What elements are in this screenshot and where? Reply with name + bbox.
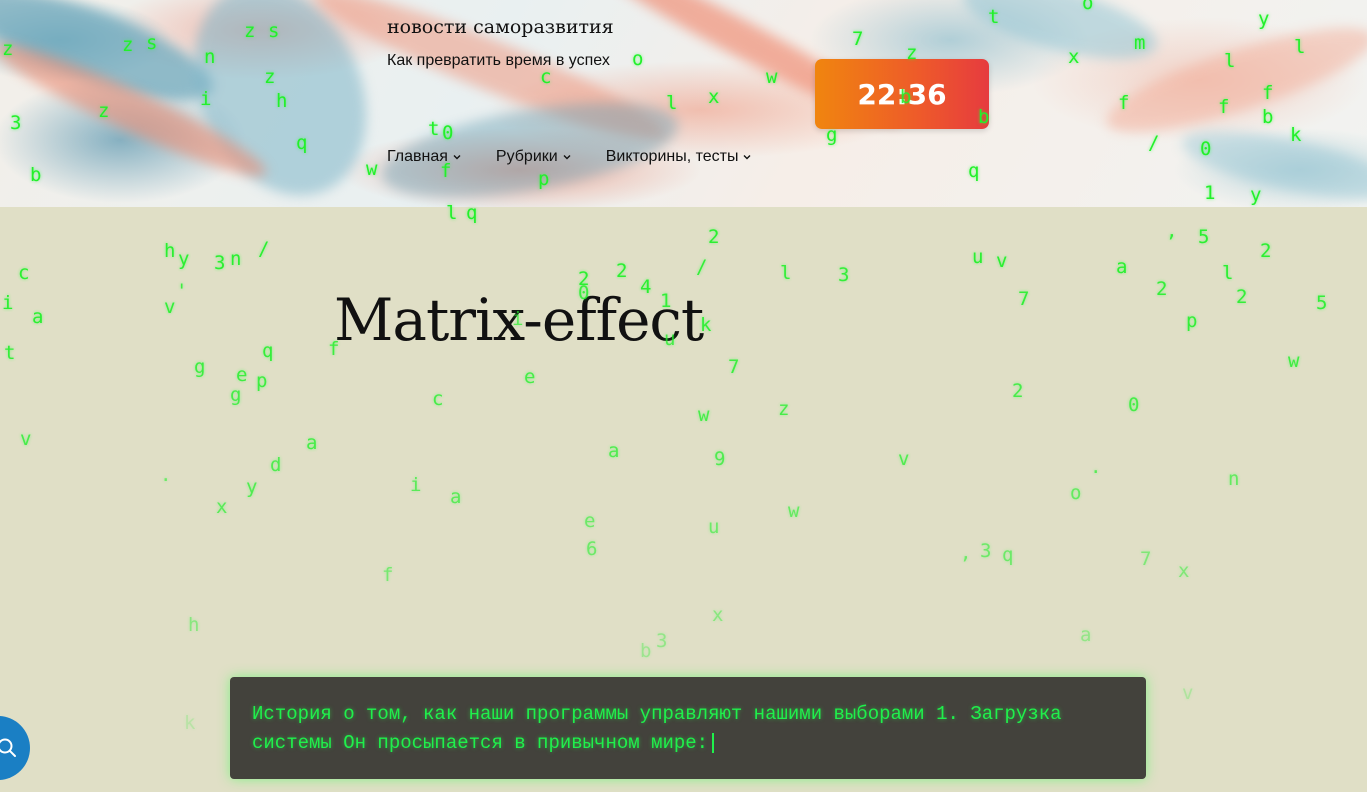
matrix-char: n (230, 248, 242, 270)
matrix-char: 3 (656, 630, 668, 652)
site-title[interactable]: новости саморазвития (387, 16, 614, 38)
matrix-char: v (1182, 682, 1194, 704)
matrix-char: 5 (1198, 226, 1210, 248)
matrix-char: a (1116, 256, 1128, 278)
matrix-char: 2 (616, 260, 628, 282)
matrix-char: a (1080, 624, 1092, 646)
matrix-char: v (996, 250, 1008, 272)
matrix-char: w (698, 404, 710, 426)
matrix-char: g (230, 384, 242, 406)
matrix-char: b (640, 640, 652, 662)
matrix-char: y (246, 476, 258, 498)
page-title: Matrix-effect (334, 286, 704, 354)
matrix-char: p (1186, 310, 1198, 332)
header-banner: новости саморазвития Как превратить врем… (0, 0, 1367, 207)
matrix-char: a (306, 432, 318, 454)
matrix-char: / (258, 238, 270, 260)
matrix-char: , (1166, 220, 1178, 242)
nav-item-categories[interactable]: Рубрики (496, 148, 572, 166)
matrix-char: 3 (214, 252, 226, 274)
chevron-down-icon (743, 155, 751, 160)
matrix-char: h (164, 240, 176, 262)
matrix-char: . (1090, 456, 1102, 478)
matrix-char: k (184, 712, 196, 734)
clock-widget: 22:36 (815, 59, 989, 129)
matrix-char: 5 (1316, 292, 1328, 314)
matrix-char: 7 (1140, 548, 1152, 570)
matrix-char: 2 (1236, 286, 1248, 308)
matrix-char: 7 (1018, 288, 1030, 310)
matrix-char: t (4, 342, 16, 364)
matrix-char: i (410, 474, 422, 496)
matrix-char: 0 (1128, 394, 1140, 416)
matrix-char: l (780, 262, 792, 284)
matrix-char: 2 (1012, 380, 1024, 402)
matrix-char: 2 (1156, 278, 1168, 300)
nav-item-label: Викторины, тесты (605, 148, 739, 165)
matrix-char: x (712, 604, 724, 626)
nav-item-home[interactable]: Главная (387, 148, 462, 166)
nav-item-quizzes[interactable]: Викторины, тесты (606, 148, 753, 166)
matrix-char: 2 (708, 226, 720, 248)
page: новости саморазвития Как превратить врем… (0, 0, 1367, 792)
text-cursor (712, 733, 715, 753)
matrix-char: 3 (980, 540, 992, 562)
matrix-char: 7 (728, 356, 740, 378)
matrix-char: c (18, 262, 30, 284)
terminal-text-wrap: История о том, как наши программы управл… (252, 700, 1132, 758)
matrix-char: 9 (714, 448, 726, 470)
matrix-char: e (584, 510, 596, 532)
matrix-char: h (188, 614, 200, 636)
matrix-char: y (178, 248, 190, 270)
matrix-char: , (960, 542, 972, 564)
matrix-char: z (778, 398, 790, 420)
matrix-char: / (696, 256, 708, 278)
matrix-char: u (708, 516, 720, 538)
matrix-char: x (1178, 560, 1190, 582)
nav-item-label: Главная (387, 148, 448, 165)
matrix-char: a (32, 306, 44, 328)
typing-terminal: История о том, как наши программы управл… (230, 677, 1146, 779)
matrix-char: ' (176, 280, 188, 302)
nav-item-label: Рубрики (495, 148, 558, 165)
matrix-char: v (898, 448, 910, 470)
matrix-char: u (972, 246, 984, 268)
matrix-char: 2 (1260, 240, 1272, 262)
matrix-char: e (524, 366, 536, 388)
matrix-char: w (788, 500, 800, 522)
site-tagline: Как превратить время в успех (387, 52, 610, 69)
terminal-text: История о том, как наши программы управл… (252, 703, 1062, 754)
matrix-char: 3 (838, 264, 850, 286)
matrix-char: f (382, 564, 394, 586)
matrix-char: v (164, 296, 176, 318)
matrix-char: n (1228, 468, 1240, 490)
matrix-char: q (262, 340, 274, 362)
matrix-char: a (608, 440, 620, 462)
search-icon (0, 738, 16, 757)
matrix-char: w (1288, 350, 1300, 372)
matrix-char: p (256, 370, 268, 392)
floating-search-button[interactable] (0, 716, 30, 780)
matrix-char: q (1002, 544, 1014, 566)
chevron-down-icon (563, 155, 571, 160)
main-nav: Главная Рубрики Викторины, тесты (387, 148, 752, 166)
matrix-char: g (194, 356, 206, 378)
matrix-char: i (2, 292, 14, 314)
matrix-char: v (20, 428, 32, 450)
matrix-char: . (160, 464, 172, 486)
matrix-char: o (1070, 482, 1082, 504)
matrix-char: d (270, 454, 282, 476)
chevron-down-icon (453, 155, 461, 160)
matrix-char: c (432, 388, 444, 410)
matrix-char: x (216, 496, 228, 518)
matrix-char: a (450, 486, 462, 508)
matrix-char: l (1222, 262, 1234, 284)
matrix-char: e (236, 364, 248, 386)
matrix-char: 6 (586, 538, 598, 560)
